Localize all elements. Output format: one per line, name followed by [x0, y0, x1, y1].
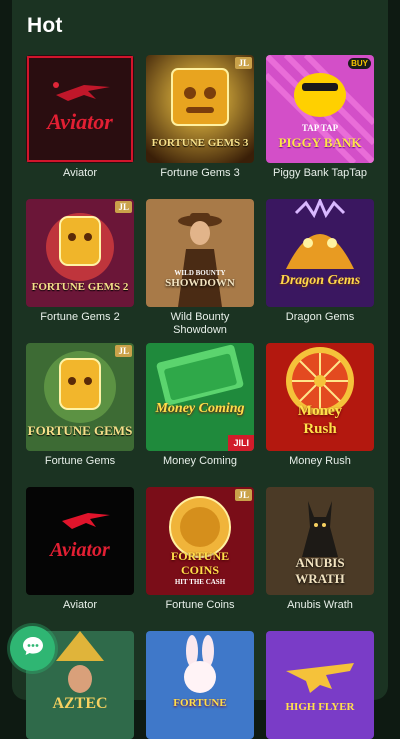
game-thumbnail[interactable]: JL FORTUNE GEMS 3 — [146, 55, 254, 163]
thumb-title-top: TAP TAP — [301, 123, 339, 133]
game-tile-aviator[interactable]: Aviator Aviator — [26, 55, 134, 199]
game-thumbnail[interactable]: JL FORTUNE COINS HIT THE CASH — [146, 487, 254, 595]
game-tile-fortune-coins[interactable]: JL FORTUNE COINS HIT THE CASH Fortune Co… — [146, 487, 254, 631]
section-title: Hot — [27, 14, 63, 37]
thumb-title: Aviator — [47, 109, 113, 134]
jl-badge: JL — [235, 57, 252, 69]
game-tile-money-rush[interactable]: Money Rush Money Rush — [266, 343, 374, 487]
game-thumbnail[interactable]: BUY TAP TAP PIGGY BANK — [266, 55, 374, 163]
game-thumbnail[interactable]: JL FORTUNE GEMS 2 — [26, 199, 134, 307]
thumb-title: FORTUNE GEMS 2 — [31, 281, 129, 293]
jl-badge: JL — [115, 345, 132, 357]
thumb-title: Dragon Gems — [279, 273, 361, 288]
game-tile-fortune-gems-3[interactable]: JL FORTUNE GEMS 3 Fortune Gems 3 — [146, 55, 254, 199]
thumb-title-top: ANUBIS — [295, 555, 345, 570]
thumb-title: HIGH FLYER — [285, 701, 355, 713]
thumb-title-top: Money — [297, 403, 343, 419]
game-thumbnail[interactable]: Money Rush — [266, 343, 374, 451]
game-thumbnail[interactable]: JL FORTUNE GEMS — [26, 343, 134, 451]
game-name: Money Rush — [289, 455, 351, 467]
game-tile-fortune-gems-2[interactable]: JL FORTUNE GEMS 2 Fortune Gems 2 — [26, 199, 134, 343]
thumb-title: FORTUNE GEMS 3 — [151, 137, 249, 149]
dragon-gems-art — [266, 199, 374, 307]
game-tile-aviator-2[interactable]: Aviator Aviator — [26, 487, 134, 631]
game-thumbnail[interactable]: Dragon Gems — [266, 199, 374, 307]
game-name: Aviator — [62, 167, 98, 179]
game-name: Fortune Gems 3 — [160, 167, 240, 179]
game-name: Money Coming — [163, 455, 237, 467]
game-thumbnail[interactable]: WILD BOUNTY SHOWDOWN — [146, 199, 254, 307]
game-thumbnail[interactable]: ANUBIS WRATH — [266, 487, 374, 595]
game-name: Piggy Bank TapTap — [273, 167, 367, 179]
game-name: Fortune Coins — [165, 599, 235, 611]
thumb-title: PIGGY BANK — [278, 135, 362, 150]
thumb-title-top: FORTUNE — [170, 549, 230, 563]
thumb-title: Rush — [303, 421, 337, 437]
game-tile-piggy-bank[interactable]: BUY TAP TAP PIGGY BANK Piggy Bank TapTap — [266, 55, 374, 199]
game-tile-fortune-gems[interactable]: JL FORTUNE GEMS Fortune Gems — [26, 343, 134, 487]
thumb-title: COINS — [180, 563, 219, 577]
thumb-title-top: WILD BOUNTY — [174, 269, 226, 277]
game-name: Aviator — [62, 599, 98, 611]
thumb-subtitle: HIT THE CASH — [174, 578, 226, 586]
thumb-title: Money Coming — [155, 401, 245, 416]
thumb-title: FORTUNE — [173, 697, 227, 709]
jl-badge: JL — [235, 489, 252, 501]
game-tile-money-coming[interactable]: Money Coming JILI Money Coming — [146, 343, 254, 487]
game-thumbnail[interactable]: Money Coming JILI — [146, 343, 254, 451]
wild-bounty-art — [146, 199, 254, 307]
game-name: Wild Bounty Showdown — [170, 311, 230, 336]
game-thumbnail[interactable]: FORTUNE — [146, 631, 254, 739]
jl-badge: JL — [115, 201, 132, 213]
thumb-title: Aviator — [50, 539, 110, 561]
high-flyer-art — [266, 631, 374, 739]
thumb-title: AZTEC — [52, 695, 108, 712]
game-thumbnail[interactable]: HIGH FLYER — [266, 631, 374, 739]
game-thumbnail[interactable]: Aviator — [26, 55, 134, 163]
game-name: Fortune Gems 2 — [40, 311, 120, 323]
thumb-title: WRATH — [295, 571, 345, 586]
game-tile-high-flyer[interactable]: HIGH FLYER — [266, 631, 374, 739]
games-grid: Aviator Aviator JL FORTUNE GEMS 3 Fortun… — [26, 55, 374, 739]
game-tile-fortune-rabbit[interactable]: FORTUNE — [146, 631, 254, 739]
buy-badge: BUY — [348, 58, 371, 69]
game-name: Fortune Gems — [44, 455, 116, 467]
game-tile-dragon-gems[interactable]: Dragon Gems Dragon Gems — [266, 199, 374, 343]
game-tile-anubis-wrath[interactable]: ANUBIS WRATH Anubis Wrath — [266, 487, 374, 631]
thumb-title: FORTUNE GEMS — [27, 423, 133, 438]
chat-bubble-icon — [22, 636, 44, 661]
game-name: Dragon Gems — [285, 311, 355, 323]
game-thumbnail[interactable]: Aviator — [26, 487, 134, 595]
game-name: Anubis Wrath — [287, 599, 353, 611]
thumb-title: SHOWDOWN — [165, 277, 235, 289]
game-tile-wild-bounty-showdown[interactable]: WILD BOUNTY SHOWDOWN Wild Bounty Showdow… — [146, 199, 254, 343]
chat-button[interactable] — [10, 626, 55, 671]
fortune-rabbit-art — [146, 631, 254, 739]
jili-badge: JILI — [228, 435, 254, 451]
